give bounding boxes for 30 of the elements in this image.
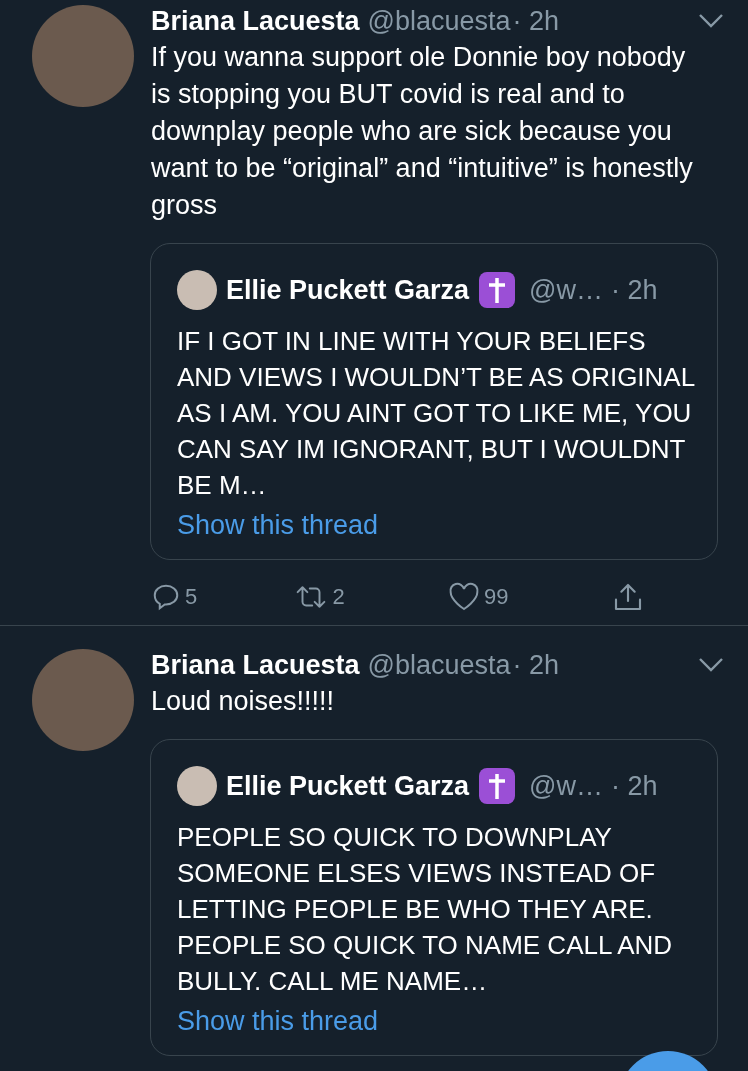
author-name[interactable]: Ellie Puckett Garza [226,769,470,803]
quoted-tweet-text: IF I GOT IN LINE WITH YOUR BELIEFS AND VIEWS I WOULDN’T BE AS ORIGINAL AS I AM. YOU AINT GOT TO LIKE ME, YOU CAN SAY IM IGNORANT, BUT I WOULDNT BE M… [177,325,696,502]
tweet-text: If you wanna support ole Donnie boy nobody is stopping you BUT covid is real and to downplay people who are sick because you want to be “original” and “intuitive” is honestly gross [151,41,694,222]
tweet-time: · 2h [512,5,560,38]
avatar[interactable] [177,766,217,806]
retweet-count: 2 [332,583,345,611]
chevron-down-icon[interactable] [698,13,724,29]
tweet-time: · 2h [512,649,560,682]
tweet-time: · 2h [611,274,658,307]
author-handle[interactable]: @blacuesta [367,648,511,682]
author-name[interactable]: Ellie Puckett Garza [226,273,470,307]
author-handle[interactable]: @w… [529,769,604,803]
reply-count: 5 [185,583,198,611]
author-handle[interactable]: @w… [529,273,604,307]
avatar[interactable] [177,270,217,310]
author-name[interactable]: Briana Lacuesta [151,4,360,38]
show-thread-link[interactable]: Show this thread [177,1005,379,1037]
quoted-tweet-card[interactable]: Ellie Puckett Garza @w… · 2h IF I GOT IN LINE WITH YOUR BELIEFS AND VIEWS I WOULDN’T BE AS ORIGINAL AS I AM. YOU AINT GOT TO LIKE ME, YOU CAN SAY IM IGNORANT, BUT I WOULDNT BE M… Show this thread [150,243,718,560]
show-thread-link[interactable]: Show this thread [177,509,379,541]
quoted-tweet-card[interactable]: Ellie Puckett Garza @w… · 2h PEOPLE SO QUICK TO DOWNPLAY SOMEONE ELSES VIEWS INSTEAD OF LETTING PEOPLE BE WHO THEY ARE. PEOPLE SO QUICK TO NAME CALL AND BULLY. CALL ME NAME… Show this thread [150,739,718,1056]
author-handle[interactable]: @blacuesta [367,4,511,38]
like-count: 99 [484,583,509,611]
tweet-time: · 2h [611,770,658,803]
tweet-text: Loud noises!!!!! [151,685,336,718]
cross-badge-icon [478,767,517,805]
cross-badge-icon [478,271,517,309]
chevron-down-icon[interactable] [698,657,724,673]
author-name[interactable]: Briana Lacuesta [151,648,360,682]
quoted-tweet-text: PEOPLE SO QUICK TO DOWNPLAY SOMEONE ELSES VIEWS INSTEAD OF LETTING PEOPLE BE WHO THEY ARE. PEOPLE SO QUICK TO NAME CALL AND BULLY. CALL ME NAME… [177,821,674,998]
heart-icon[interactable] [448,581,481,612]
